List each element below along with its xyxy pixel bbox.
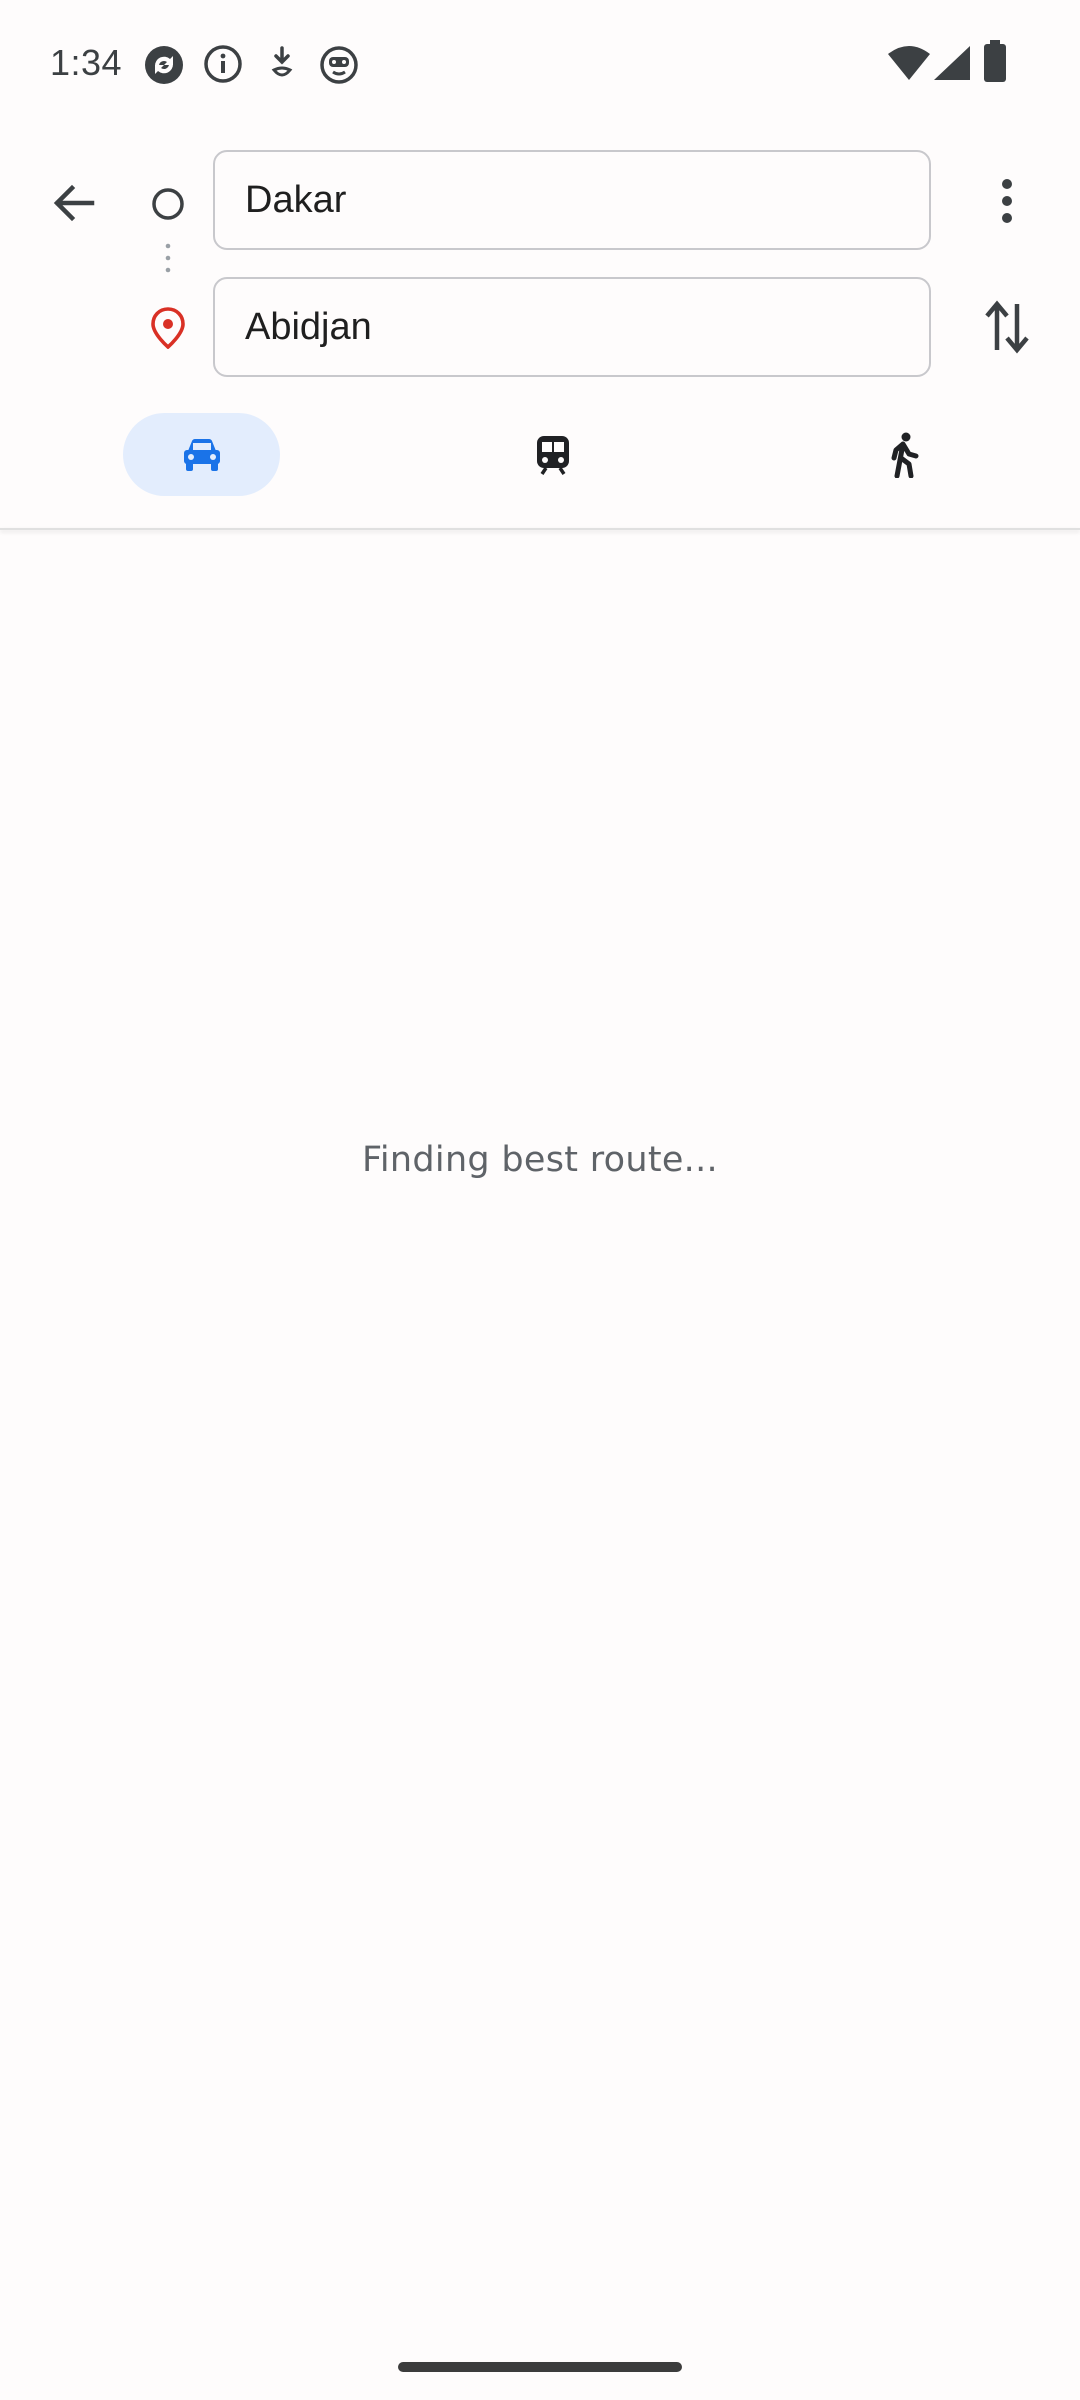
swap-button[interactable] <box>968 288 1046 366</box>
sync-icon <box>143 44 185 91</box>
car-icon <box>183 438 220 471</box>
tab-drive[interactable] <box>123 413 280 496</box>
origin-value: Dakar <box>245 179 347 221</box>
status-bar: 1:34 <box>0 0 1080 130</box>
more-vert-icon <box>1002 179 1012 223</box>
destination-value: Abidjan <box>245 306 372 348</box>
bot-face-icon <box>318 44 360 91</box>
download-arrow-icon <box>266 44 298 89</box>
loading-message: Finding best route... <box>362 1140 718 1180</box>
home-indicator[interactable] <box>398 2362 682 2372</box>
cell-signal-icon <box>934 46 970 85</box>
origin-field[interactable]: Dakar <box>213 150 931 250</box>
tab-walk[interactable] <box>825 413 982 496</box>
tab-transit[interactable] <box>474 413 631 496</box>
battery-icon <box>984 40 1006 87</box>
wifi-icon <box>888 46 930 85</box>
info-icon <box>203 44 243 89</box>
walk-icon <box>891 432 918 478</box>
back-button[interactable] <box>34 164 112 242</box>
status-time: 1:34 <box>50 42 123 83</box>
train-icon <box>536 435 569 475</box>
more-options-button[interactable] <box>968 162 1046 240</box>
origin-circle-icon <box>150 186 186 227</box>
destination-field[interactable]: Abidjan <box>213 277 931 377</box>
header-divider <box>0 528 1080 530</box>
route-dots-icon <box>163 242 173 287</box>
destination-pin-icon <box>150 307 186 354</box>
swap-vert-icon <box>985 300 1029 354</box>
arrow-back-icon <box>53 184 95 222</box>
